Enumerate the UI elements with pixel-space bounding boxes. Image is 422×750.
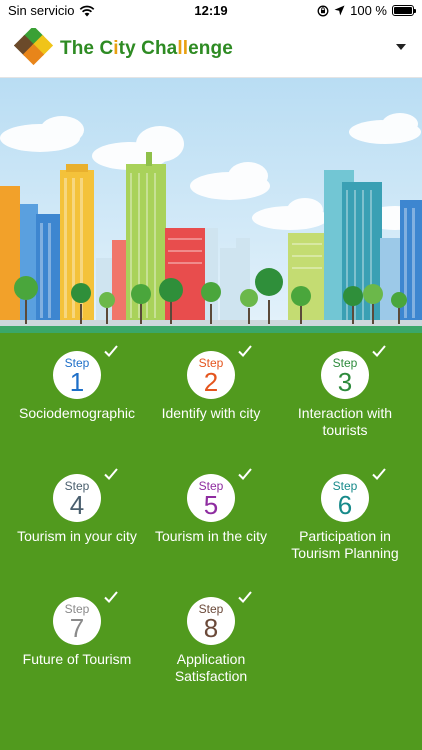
- checkmark-icon: [372, 468, 386, 480]
- battery-percent: 100 %: [350, 3, 387, 18]
- step-4-label: Tourism in your city: [17, 528, 137, 544]
- step-7-label: Future of Tourism: [22, 651, 132, 667]
- step-2-label: Identify with city: [161, 405, 261, 421]
- step-6-item[interactable]: Step 6 Participation in Tourism Planning: [275, 468, 415, 562]
- status-bar: Sin servicio 12:19 100 %: [0, 0, 422, 22]
- battery-icon: [392, 5, 416, 16]
- step-3-item[interactable]: Step 3 Interaction with tourists: [275, 345, 415, 439]
- checkmark-icon: [238, 591, 252, 603]
- step-7-item[interactable]: Step 7 Future of Tourism: [7, 591, 147, 668]
- step-5-item[interactable]: Step 5 Tourism in the city: [141, 468, 281, 545]
- step-5-button[interactable]: Step 5: [187, 468, 252, 522]
- checkmark-icon: [372, 345, 386, 357]
- step-1-button[interactable]: Step 1: [53, 345, 118, 399]
- app-header: The City Challenge: [0, 22, 422, 78]
- checkmark-icon: [104, 345, 118, 357]
- step-5-label: Tourism in the city: [154, 528, 268, 544]
- checkmark-icon: [104, 468, 118, 480]
- rotation-lock-icon: [317, 5, 329, 16]
- location-arrow-icon: [334, 5, 345, 16]
- step-7-button[interactable]: Step 7: [53, 591, 118, 645]
- step-4-button[interactable]: Step 4: [53, 468, 118, 522]
- steps-grid: Step 1 Sociodemographic Step 2 Identify …: [0, 333, 422, 750]
- step-6-button[interactable]: Step 6: [321, 468, 386, 522]
- step-4-item[interactable]: Step 4 Tourism in your city: [7, 468, 147, 545]
- step-2-button[interactable]: Step 2: [187, 345, 252, 399]
- step-2-item[interactable]: Step 2 Identify with city: [141, 345, 281, 422]
- step-3-button[interactable]: Step 3: [321, 345, 386, 399]
- city-skyline-illustration: [0, 78, 422, 333]
- checkmark-icon: [238, 345, 252, 357]
- app-title: The City Challenge: [60, 38, 233, 59]
- step-8-item[interactable]: Step 8 Application Satisfaction: [141, 591, 281, 685]
- checkmark-icon: [238, 468, 252, 480]
- chevron-down-icon[interactable]: [396, 44, 406, 50]
- step-3-label: Interaction with tourists: [297, 405, 393, 438]
- step-1-label: Sociodemographic: [19, 405, 135, 421]
- step-1-item[interactable]: Step 1 Sociodemographic: [7, 345, 147, 422]
- status-right: 100 %: [317, 3, 416, 18]
- step-6-label: Participation in Tourism Planning: [291, 528, 399, 561]
- step-8-button[interactable]: Step 8: [187, 591, 252, 645]
- app-logo: [14, 28, 54, 66]
- checkmark-icon: [104, 591, 118, 603]
- step-8-label: Application Satisfaction: [174, 651, 248, 684]
